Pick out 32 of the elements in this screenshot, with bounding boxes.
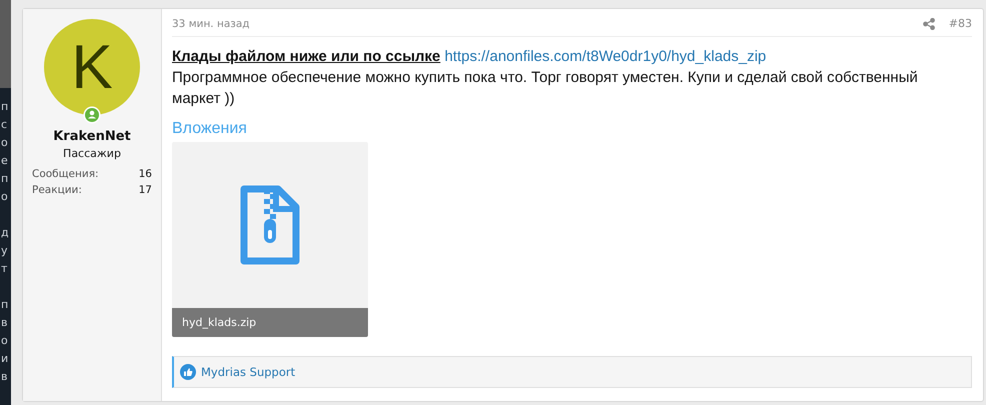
cut-text: в xyxy=(0,315,8,331)
post-time[interactable]: 33 мин. назад xyxy=(172,18,250,30)
cut-text: п xyxy=(0,297,10,313)
cut-text: с xyxy=(0,117,8,133)
username-link[interactable]: KrakenNet xyxy=(53,129,131,144)
attachment-tile[interactable]: hyd_klads.zip xyxy=(172,142,368,337)
reaction-user-link[interactable]: Mydrias Support xyxy=(201,365,296,379)
stat-value: 16 xyxy=(138,167,152,182)
zip-file-icon xyxy=(240,185,300,265)
thumbs-up-icon xyxy=(180,364,196,380)
stat-label: Реакции: xyxy=(32,183,82,198)
cut-text: о xyxy=(0,189,9,205)
cut-text: п xyxy=(0,171,10,187)
attachments-heading: Вложения xyxy=(172,120,248,138)
cut-text: т xyxy=(0,261,8,277)
cut-text: о xyxy=(0,135,9,151)
post-number-link[interactable]: #83 xyxy=(948,17,972,30)
cut-text: и xyxy=(0,351,10,367)
url-link[interactable]: https://anonfiles.com/t8We0dr1y0/hyd_klads_zip xyxy=(444,48,766,65)
cut-text: в xyxy=(0,369,8,385)
attachment-filename[interactable]: hyd_klads.zip xyxy=(172,308,368,337)
post-text: Клады файлом ниже или по ссылке https://anonfiles.com/t8We0dr1y0/hyd_klads_zip Программное обеспечение можно купить пока что. Торг говорят уместен. Купи и сделай свой собственный маркет )) xyxy=(172,47,919,109)
stat-value: 17 xyxy=(138,183,152,198)
share-icon[interactable] xyxy=(922,18,935,30)
cut-text: о xyxy=(0,333,9,349)
avatar[interactable]: K xyxy=(44,19,140,115)
cut-text: п xyxy=(0,99,10,115)
cut-text: д xyxy=(0,225,10,241)
cut-text: у xyxy=(0,243,9,259)
user-title: Пассажир xyxy=(63,147,121,160)
cut-text: е xyxy=(0,153,9,169)
stat-label: Сообщения: xyxy=(32,167,99,182)
